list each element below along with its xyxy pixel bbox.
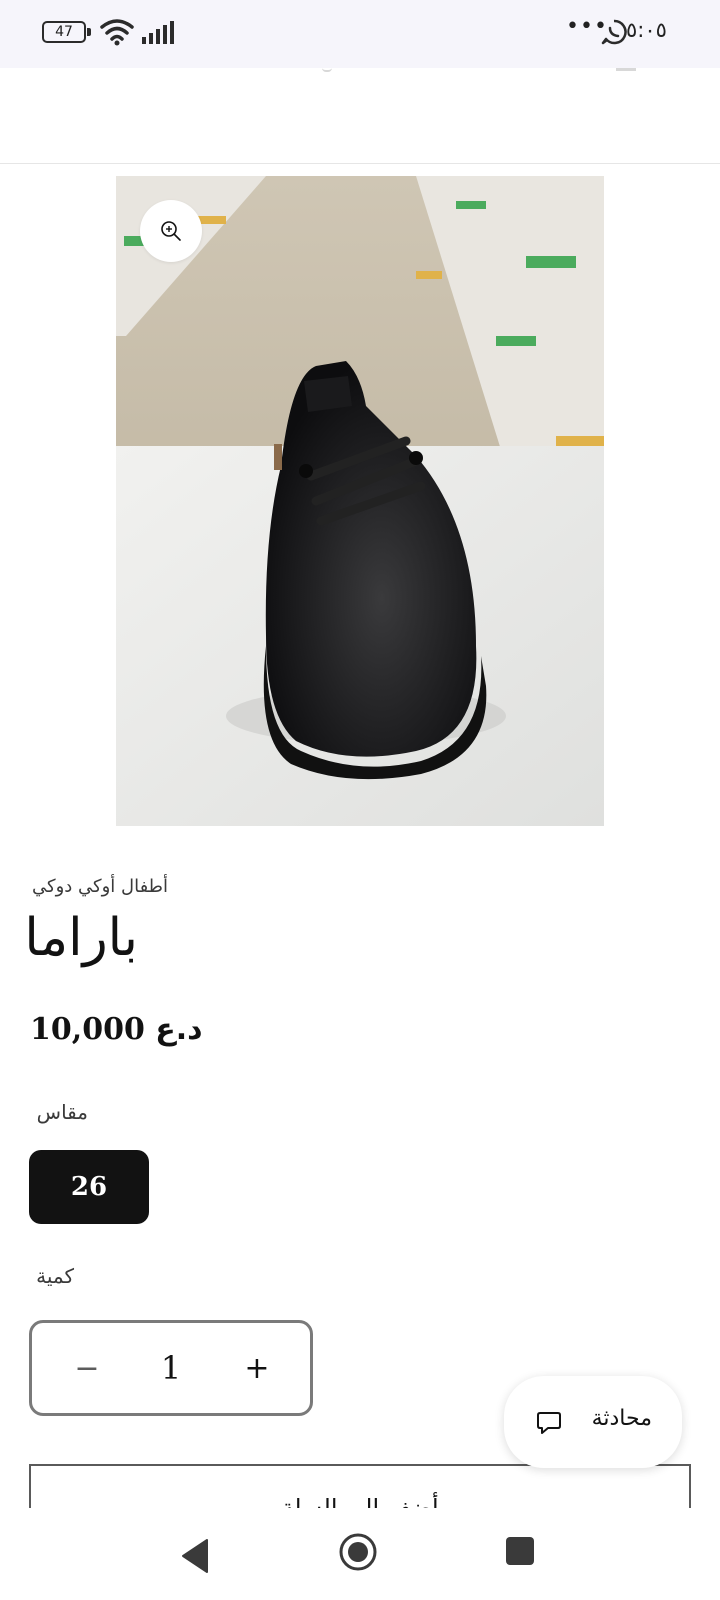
size-option-26[interactable]: 26	[29, 1150, 149, 1224]
back-icon[interactable]	[180, 1538, 210, 1574]
whatsapp-icon	[601, 19, 627, 45]
product-image[interactable]	[116, 176, 604, 826]
price-amount: 10,000	[30, 1012, 145, 1047]
quantity-decrease-button[interactable]: −	[62, 1343, 112, 1393]
battery-level: 47	[55, 24, 73, 40]
store-header	[0, 68, 720, 164]
product-price: 10,000 د.ع	[30, 1012, 203, 1047]
quantity-input[interactable]: 1	[136, 1341, 206, 1395]
chat-button[interactable]: محادثة	[504, 1376, 682, 1468]
recents-icon[interactable]	[505, 1536, 535, 1566]
product-title: باراما	[24, 908, 138, 968]
status-bar: 47 ••• ٥:٠٥	[0, 0, 720, 68]
wifi-icon	[100, 19, 134, 46]
quantity-increase-button[interactable]: +	[232, 1343, 282, 1393]
header-icon-fragment	[616, 68, 636, 71]
shoe-photo	[116, 176, 604, 826]
size-label: مقاس	[36, 1100, 88, 1124]
zoom-button[interactable]	[140, 200, 202, 262]
header-icon-fragment	[322, 68, 332, 72]
product-vendor[interactable]: أطفال أوكي دوكي	[32, 876, 168, 897]
quantity-label: كمية	[36, 1264, 74, 1288]
home-icon[interactable]	[338, 1532, 378, 1572]
battery-nub	[87, 28, 91, 36]
status-time: ٥:٠٥	[626, 18, 667, 42]
signal-icon	[142, 21, 174, 44]
chat-bubble-icon	[537, 1412, 561, 1434]
zoom-in-icon	[161, 221, 181, 241]
navigation-bar	[0, 1508, 720, 1600]
chat-label: محادثة	[591, 1406, 652, 1431]
price-currency: د.ع	[155, 1012, 203, 1047]
quantity-stepper: − 1 +	[29, 1320, 313, 1416]
